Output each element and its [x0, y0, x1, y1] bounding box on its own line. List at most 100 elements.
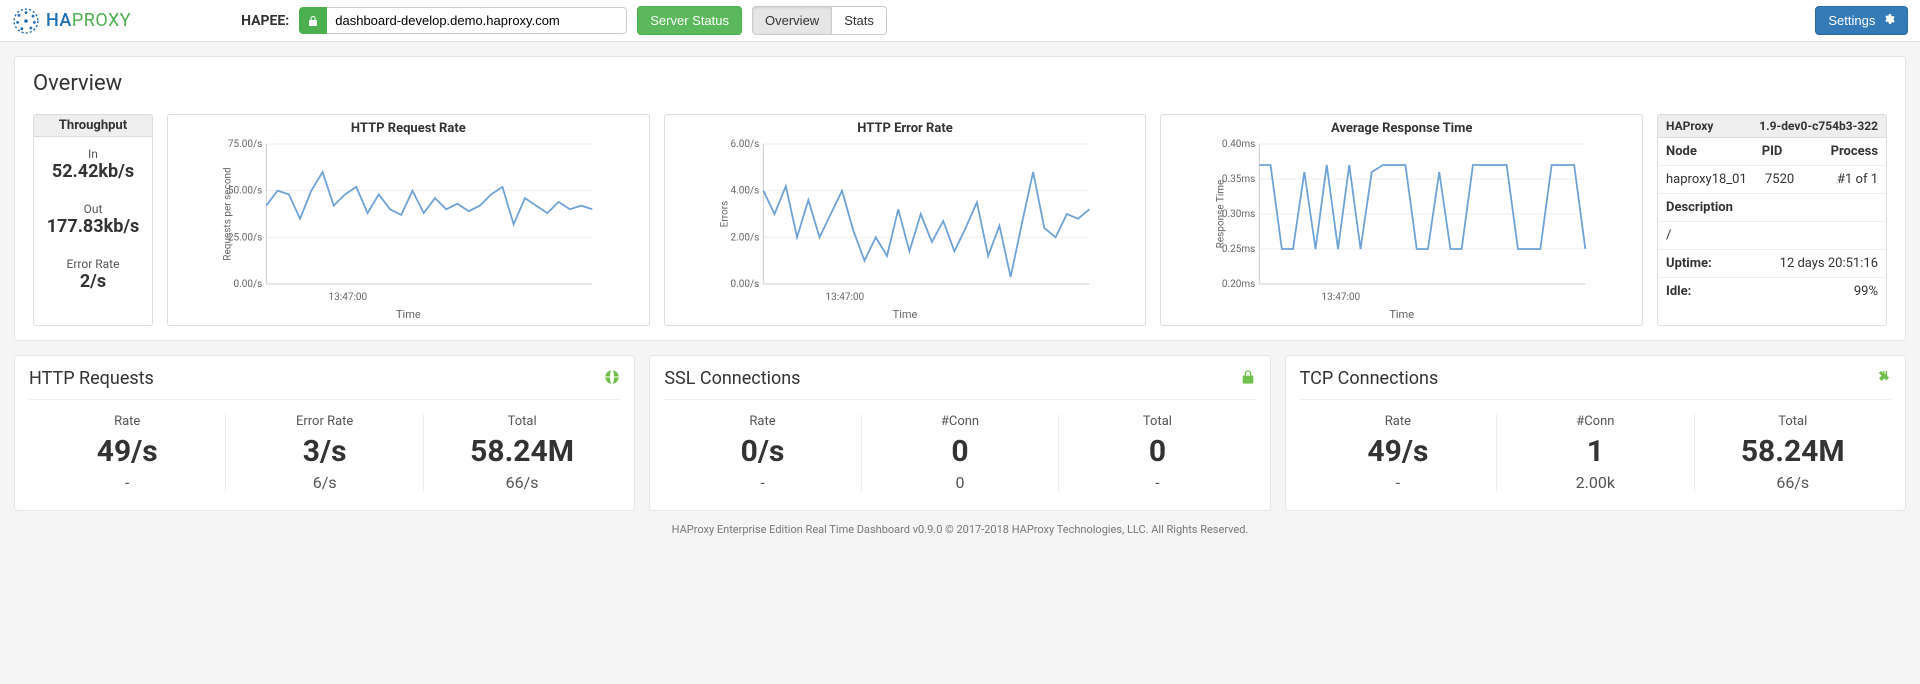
metric-sub: -: [1065, 473, 1249, 492]
info-uptime-value: 12 days 20:51:16: [1772, 256, 1878, 271]
metric-sub: -: [1306, 473, 1490, 492]
metric: Error Rate 3/s 6/s: [226, 414, 423, 492]
gear-icon: [1883, 13, 1895, 28]
tab-overview[interactable]: Overview: [752, 6, 832, 35]
metric-label: Total: [430, 414, 614, 429]
info-version: 1.9-dev0-c754b3-322: [1759, 119, 1878, 133]
metric-label: Rate: [1306, 414, 1490, 429]
settings-button[interactable]: Settings: [1815, 6, 1908, 35]
svg-text:4.00/s: 4.00/s: [730, 186, 759, 197]
svg-text:13:47:00: 13:47:00: [329, 292, 368, 303]
svg-text:2.00/s: 2.00/s: [730, 232, 759, 243]
card-ssl-connections: SSL Connections Rate0/s-#Conn00Total0-: [649, 355, 1270, 511]
svg-text:Requests per second: Requests per second: [222, 167, 233, 260]
metric-value: 3/s: [232, 437, 416, 467]
metric-sub: 66/s: [1701, 473, 1885, 492]
metric-value: 0: [868, 437, 1052, 467]
topbar: HAPROXY HAPEE: Server Status Overview St…: [0, 0, 1920, 42]
info-name: HAProxy: [1666, 119, 1713, 133]
lock-icon: [299, 7, 327, 34]
metric-value: 49/s: [1306, 437, 1490, 467]
info-desc-value: /: [1666, 228, 1878, 243]
svg-text:0.35ms: 0.35ms: [1222, 174, 1255, 185]
overview-panel: Overview Throughput In 52.42kb/s Out 177…: [14, 56, 1906, 341]
globe-icon: [604, 369, 620, 389]
throughput-in-value: 52.42kb/s: [34, 161, 152, 192]
throughput-header: Throughput: [34, 115, 152, 137]
metric-value: 0: [1065, 437, 1249, 467]
metric: Total58.24M66/s: [424, 414, 620, 492]
url-group: [299, 7, 627, 34]
svg-text:0.00/s: 0.00/s: [234, 279, 263, 290]
metric: Total58.24M66/s: [1695, 414, 1891, 492]
chart-xlabel: Time: [1167, 308, 1636, 321]
info-idle-label: Idle:: [1666, 284, 1772, 299]
logo-text-strong: HA: [46, 10, 72, 31]
chart-title: Average Response Time: [1167, 121, 1636, 136]
chart-xlabel: Time: [671, 308, 1140, 321]
card-title: SSL Connections: [664, 368, 800, 389]
throughput-box: Throughput In 52.42kb/s Out 177.83kb/s E…: [33, 114, 153, 326]
metric-label: #Conn: [1503, 414, 1687, 429]
metric-value: 49/s: [35, 437, 219, 467]
metric-sub: 6/s: [232, 473, 416, 492]
throughput-errrate-value: 2/s: [34, 271, 152, 302]
haproxy-info-box: HAProxy 1.9-dev0-c754b3-322 Node PID Pro…: [1657, 114, 1887, 326]
metric-sub: -: [670, 473, 854, 492]
info-node: haproxy18_01: [1666, 172, 1747, 187]
svg-text:Errors: Errors: [719, 201, 730, 228]
svg-text:0.20ms: 0.20ms: [1222, 279, 1255, 290]
svg-text:0.30ms: 0.30ms: [1222, 209, 1255, 220]
svg-text:13:47:00: 13:47:00: [1322, 292, 1361, 303]
metric-label: Rate: [35, 414, 219, 429]
logo[interactable]: HAPROXY: [12, 7, 131, 35]
logo-text-light: PROXY: [72, 10, 131, 31]
footer-text: HAProxy Enterprise Edition Real Time Das…: [14, 511, 1906, 548]
url-input[interactable]: [327, 7, 627, 34]
chart-xlabel: Time: [174, 308, 643, 321]
metric-value: 0/s: [670, 437, 854, 467]
chart-svg: 0.00/s25.00/s50.00/s75.00/sRequests per …: [174, 138, 643, 308]
view-tabs: Overview Stats: [752, 6, 887, 35]
svg-text:6.00/s: 6.00/s: [730, 139, 759, 150]
metric-label: Rate: [670, 414, 854, 429]
metric: Total 0 -: [1059, 414, 1255, 492]
settings-button-label: Settings: [1828, 13, 1875, 28]
chart-http-error-rate: HTTP Error Rate 0.00/s2.00/s4.00/s6.00/s…: [664, 114, 1147, 326]
throughput-in-label: In: [34, 147, 152, 161]
info-idle-value: 99%: [1772, 284, 1878, 299]
metric: Rate 0/s -: [664, 414, 861, 492]
throughput-out-value: 177.83kb/s: [34, 216, 152, 247]
info-col-process: Process: [1807, 144, 1878, 159]
metric-value: 58.24M: [1701, 437, 1885, 467]
throughput-errrate-label: Error Rate: [34, 257, 152, 271]
chart-avg-response-time: Average Response Time 0.20ms 0.25ms 0.30ms…: [1160, 114, 1643, 326]
info-col-node: Node: [1666, 144, 1737, 159]
metric-sub: -: [35, 473, 219, 492]
info-col-pid: PID: [1737, 144, 1808, 159]
card-title: TCP Connections: [1300, 368, 1439, 389]
plug-icon: [1875, 369, 1891, 389]
metric-value: 1: [1503, 437, 1687, 467]
hapee-label: HAPEE:: [241, 13, 289, 29]
metric: Rate 49/s -: [1300, 414, 1497, 492]
chart-svg: 0.00/s2.00/s4.00/s6.00/sErrors13:47:00: [671, 138, 1140, 308]
card-tcp-connections: TCP Connections Rate49/s-#Conn12.00kTota…: [1285, 355, 1906, 511]
lock-icon: [1240, 369, 1256, 389]
metric: Rate 49/s -: [29, 414, 226, 492]
metric-sub: 0: [868, 473, 1052, 492]
server-status-button[interactable]: Server Status: [637, 6, 742, 35]
metric-sub: 2.00k: [1503, 473, 1687, 492]
metric-label: Error Rate: [232, 414, 416, 429]
info-desc-label: Description: [1666, 200, 1878, 215]
info-uptime-label: Uptime:: [1666, 256, 1772, 271]
svg-text:13:47:00: 13:47:00: [825, 292, 864, 303]
svg-text:Response Time: Response Time: [1216, 180, 1227, 249]
metric-label: Total: [1065, 414, 1249, 429]
chart-http-request-rate: HTTP Request Rate 0.00/s25.00/s50.00/s75…: [167, 114, 650, 326]
metric: #Conn 1 2.00k: [1497, 414, 1694, 492]
svg-text:75.00/s: 75.00/s: [228, 139, 262, 150]
svg-text:0.25ms: 0.25ms: [1222, 244, 1255, 255]
info-process: #1 of 1: [1812, 172, 1878, 187]
tab-stats[interactable]: Stats: [831, 6, 887, 35]
